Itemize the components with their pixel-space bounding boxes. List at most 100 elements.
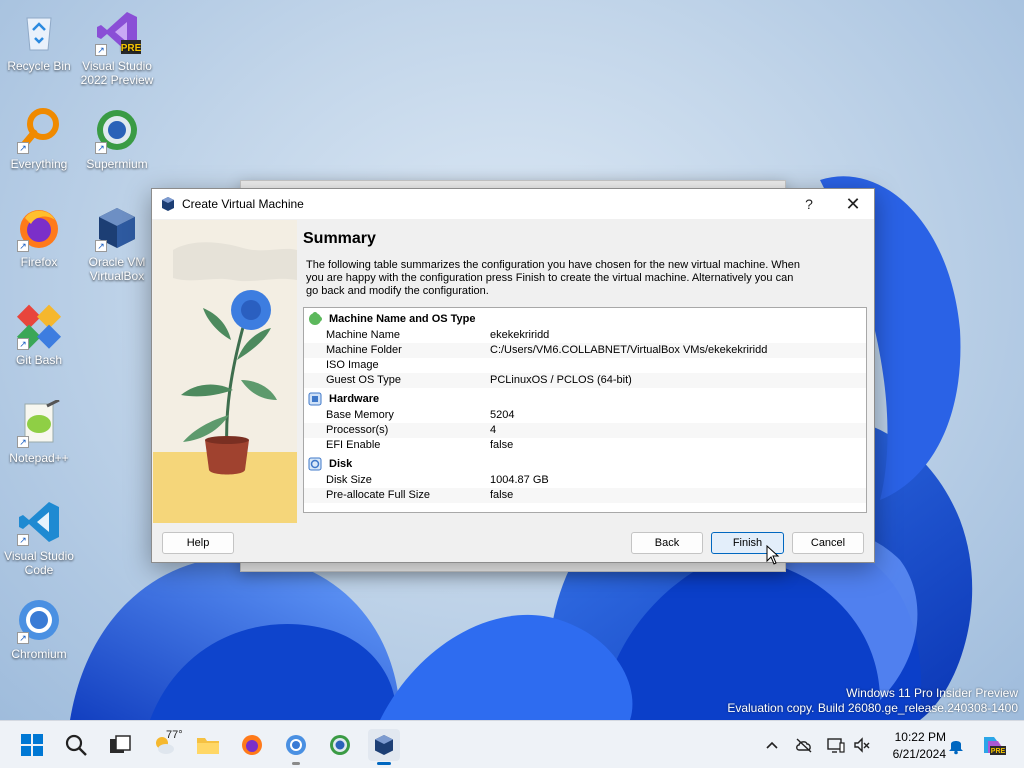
taskbar-firefox[interactable] <box>236 729 268 761</box>
desktop-icon-chromium[interactable]: ↗ Chromium <box>1 596 77 661</box>
table-row: Guest OS Type PCLinuxOS / PCLOS (64-bit) <box>304 373 866 388</box>
desktop-icon-git-bash[interactable]: ↗ Git Bash <box>1 302 77 367</box>
row-value: 1004.87 GB <box>490 474 549 486</box>
desktop-icon-vscode[interactable]: ↗ Visual Studio Code <box>1 498 77 577</box>
folder-icon <box>197 738 219 754</box>
supermium-icon <box>330 735 350 755</box>
row-key: Processor(s) <box>326 424 389 436</box>
copilot-button[interactable]: PRE <box>980 735 1006 755</box>
section-disk: Disk <box>304 455 866 473</box>
svg-text:PRE: PRE <box>121 43 141 54</box>
desktop-icon-label: Visual Studio 2022 Preview <box>80 59 154 87</box>
desktop-icon-label: Recycle Bin <box>7 59 71 73</box>
start-button[interactable] <box>16 729 48 761</box>
vscode-icon: ↗ <box>15 498 63 546</box>
clock-time[interactable]: 10:22 PM <box>890 730 946 744</box>
close-button[interactable]: ✕ <box>836 189 870 219</box>
shortcut-arrow-icon: ↗ <box>17 240 29 252</box>
svg-text:PRE: PRE <box>991 748 1006 755</box>
mouse-cursor-icon <box>766 544 780 565</box>
active-indicator <box>377 762 391 765</box>
virtualbox-icon: ↗ <box>93 204 141 252</box>
puzzle-icon <box>308 312 322 326</box>
task-view-button[interactable] <box>104 729 136 761</box>
disk-icon <box>308 457 322 471</box>
running-indicator <box>292 762 300 765</box>
cloud-offline-icon <box>796 738 812 753</box>
taskbar: 77° 10:22 PM 6/21/2024 PRE <box>0 720 1024 768</box>
row-value: C:/Users/VM6.COLLABNET/VirtualBox VMs/ek… <box>490 344 768 356</box>
desktop-icon-label: Git Bash <box>15 353 63 367</box>
desktop-icon-label: Supermium <box>86 157 148 171</box>
watermark-build: Evaluation copy. Build 26080.ge_release.… <box>727 701 1018 715</box>
desktop-icon-supermium[interactable]: ↗ Supermium <box>79 106 155 171</box>
row-key: ISO Image <box>326 359 379 371</box>
taskbar-supermium[interactable] <box>324 729 356 761</box>
firefox-icon: ↗ <box>15 204 63 252</box>
chromium-icon: ↗ <box>15 596 63 644</box>
desktop-icon-label: Chromium <box>11 647 67 661</box>
onedrive-status[interactable] <box>794 735 814 755</box>
row-key: Pre-allocate Full Size <box>326 489 430 501</box>
row-value: 5204 <box>490 409 515 421</box>
summary-table[interactable]: Machine Name and OS Type Machine Name ek… <box>303 307 867 513</box>
section-title: Disk <box>329 458 353 470</box>
visual-studio-icon: PRE ↗ <box>93 8 142 56</box>
row-value: false <box>490 489 514 501</box>
copilot-icon: PRE <box>984 737 1006 755</box>
desktop-icon-virtualbox[interactable]: ↗ Oracle VM VirtualBox <box>79 204 155 283</box>
network-icon <box>827 738 845 753</box>
show-hidden-icons-button[interactable] <box>762 735 782 755</box>
everything-search-icon: ↗ <box>15 106 63 154</box>
row-value: ekekekriridd <box>490 329 550 341</box>
table-row: Pre-allocate Full Size false <box>304 488 866 503</box>
volume-status[interactable] <box>852 735 872 755</box>
chip-icon <box>308 392 322 406</box>
clock-date[interactable]: 6/21/2024 <box>884 747 946 761</box>
cancel-button[interactable]: Cancel <box>792 532 864 554</box>
section-machine-name-os: Machine Name and OS Type <box>304 310 866 328</box>
wizard-illustration <box>153 220 297 523</box>
back-button[interactable]: Back <box>631 532 703 554</box>
taskbar-chromium[interactable] <box>280 729 312 765</box>
search-button[interactable] <box>60 729 92 761</box>
shortcut-arrow-icon: ↗ <box>17 436 29 448</box>
task-view-icon <box>110 735 131 753</box>
summary-description: The following table summarizes the confi… <box>306 259 801 297</box>
shortcut-arrow-icon: ↗ <box>17 338 29 350</box>
row-value: false <box>490 439 514 451</box>
table-row: ISO Image <box>304 358 866 373</box>
row-value: PCLinuxOS / PCLOS (64-bit) <box>490 374 632 386</box>
taskbar-virtualbox[interactable] <box>368 729 400 765</box>
git-bash-icon: ↗ <box>15 302 63 350</box>
chromium-icon <box>286 735 306 755</box>
table-row: EFI Enable false <box>304 438 866 453</box>
desktop-icon-recycle-bin[interactable]: Recycle Bin <box>1 8 77 73</box>
row-key: Machine Name <box>326 329 400 341</box>
help-button[interactable]: Help <box>162 532 234 554</box>
desktop-icon-notepad-plus-plus[interactable]: ↗ Notepad++ <box>1 398 77 465</box>
notifications-button[interactable] <box>946 735 966 755</box>
watermark-edition: Windows 11 Pro Insider Preview <box>846 686 1018 700</box>
row-key: Base Memory <box>326 409 394 421</box>
bell-icon <box>949 741 963 755</box>
table-row: Machine Name ekekekriridd <box>304 328 866 343</box>
search-icon <box>65 734 87 756</box>
desktop-icon-label: Notepad++ <box>9 451 69 465</box>
section-title: Hardware <box>329 393 380 405</box>
shortcut-arrow-icon: ↗ <box>95 240 107 252</box>
title-help-button[interactable]: ? <box>792 189 826 219</box>
row-key: EFI Enable <box>326 439 381 451</box>
desktop-icon-label: Oracle VM VirtualBox <box>88 255 146 283</box>
desktop-icon-label: Everything <box>10 157 68 171</box>
desktop-icon-visual-studio-preview[interactable]: PRE ↗ Visual Studio 2022 Preview <box>79 8 155 87</box>
dialog-titlebar[interactable]: Create Virtual Machine ? ✕ <box>152 189 874 219</box>
taskbar-file-explorer[interactable] <box>192 729 224 761</box>
row-key: Disk Size <box>326 474 372 486</box>
desktop-icon-firefox[interactable]: ↗ Firefox <box>1 204 77 269</box>
section-hardware: Hardware <box>304 390 866 408</box>
shortcut-arrow-icon: ↗ <box>17 632 29 644</box>
network-status[interactable] <box>826 735 846 755</box>
desktop-icon-everything[interactable]: ↗ Everything <box>1 106 77 171</box>
row-key: Guest OS Type <box>326 374 402 386</box>
